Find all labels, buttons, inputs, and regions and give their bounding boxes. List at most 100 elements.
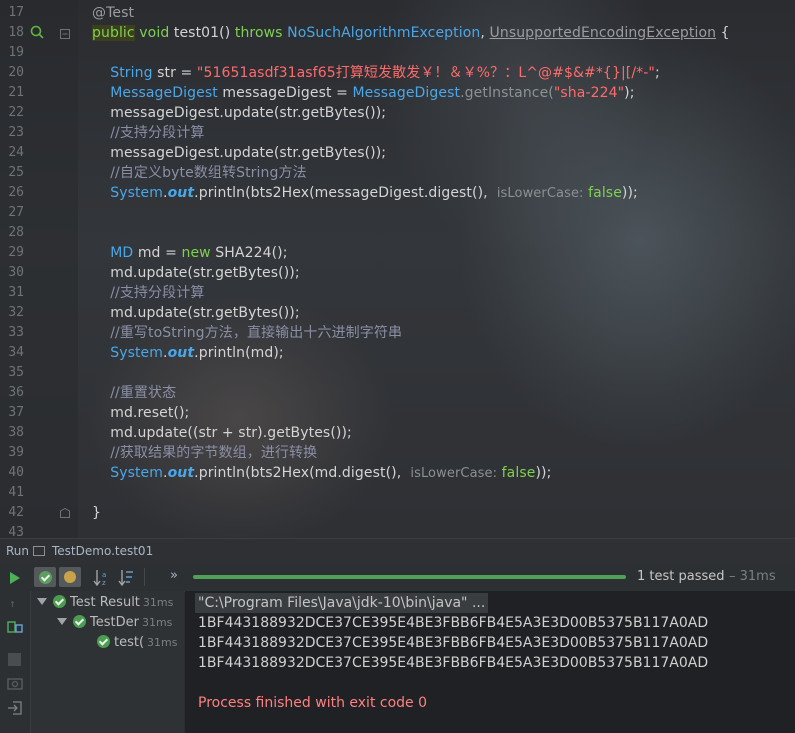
code-line[interactable]: 23 //支持分段计算 — [0, 123, 795, 143]
tree-item-duration: 31ms — [142, 596, 174, 609]
code-line[interactable]: 35 — [0, 363, 795, 383]
check-icon — [73, 615, 86, 628]
camera-icon[interactable] — [7, 676, 23, 690]
code-line[interactable]: 38 md.update((str + str).getBytes()); — [0, 423, 795, 443]
show-passed-button[interactable] — [34, 567, 56, 587]
code-token: md.reset(); — [92, 405, 190, 421]
code-text: System.out.println(md); — [92, 343, 284, 363]
code-token: System — [110, 345, 164, 361]
toolbar-divider — [144, 568, 145, 586]
code-text: md.update(str.getBytes()); — [92, 263, 300, 283]
code-text: //支持分段计算 — [92, 123, 204, 143]
console-command-line[interactable]: "C:\Program Files\Java\jdk-10\bin\java" … — [195, 593, 489, 613]
code-token: //获取结果的字节数组，进行转换 — [110, 445, 318, 461]
code-line[interactable]: 24 messageDigest.update(str.getBytes()); — [0, 143, 795, 163]
up-icon[interactable]: ↑ — [9, 597, 16, 610]
code-line[interactable]: 28 — [0, 223, 795, 243]
code-line[interactable]: 31 //支持分段计算 — [0, 283, 795, 303]
stop-icon[interactable] — [8, 653, 21, 666]
run-config-tab[interactable]: TestDemo.test01 — [52, 544, 153, 558]
code-line[interactable]: 27 — [0, 203, 795, 223]
code-line[interactable]: 25 //自定义byte数组转String方法 — [0, 163, 795, 183]
line-number: 28 — [8, 225, 24, 240]
code-token: out — [167, 345, 195, 361]
test-results-tree[interactable]: Test Result 31ms TestDer 31ms test(31ms — [31, 591, 184, 733]
run-panel-title[interactable]: Run — [6, 544, 29, 558]
code-line[interactable]: 30 md.update(str.getBytes()); — [0, 263, 795, 283]
line-number: 17 — [8, 5, 24, 20]
tree-item-test-result[interactable]: Test Result 31ms — [37, 593, 173, 613]
code-line[interactable]: 36 //重置状态 — [0, 383, 795, 403]
check-icon — [97, 635, 110, 648]
show-ignored-button[interactable] — [59, 567, 81, 587]
exit-icon[interactable] — [7, 701, 23, 715]
code-line[interactable]: 17 @Test — [0, 3, 795, 23]
code-token: MessageDigest — [110, 85, 218, 101]
code-line[interactable]: 34 System.out.println(md); — [0, 343, 795, 363]
code-token: .getInstance( — [460, 85, 554, 101]
code-token: //重置状态 — [110, 385, 177, 401]
expand-arrow-icon[interactable] — [37, 598, 47, 605]
code-line[interactable]: 43 — [0, 523, 795, 538]
code-text: MessageDigest messageDigest = MessageDig… — [92, 83, 635, 103]
run-panel-header: Run TestDemo.test01 — [0, 538, 795, 565]
code-line[interactable]: 18 public void test01() throws NoSuchAlgo… — [0, 23, 795, 43]
code-line[interactable]: 33 //重写toString方法，直接输出十六进制字符串 — [0, 323, 795, 343]
code-line[interactable]: 42} — [0, 503, 795, 523]
sort-duration-icon[interactable] — [118, 569, 134, 586]
code-line[interactable]: 40 System.out.println(bts2Hex(md.digest(… — [0, 463, 795, 483]
code-text: //自定义byte数组转String方法 — [92, 163, 307, 183]
code-token: throws — [234, 25, 283, 41]
code-text: @Test — [92, 3, 134, 23]
tree-item-test-class[interactable]: TestDer 31ms — [57, 613, 172, 633]
expand-arrow-icon[interactable] — [57, 618, 67, 625]
code-token: { — [716, 25, 730, 41]
rerun-icon[interactable] — [9, 571, 21, 585]
code-line[interactable]: 26 System.out.println(bts2Hex(messageDig… — [0, 183, 795, 203]
line-number: 25 — [8, 165, 24, 180]
code-line[interactable]: 37 md.reset(); — [0, 403, 795, 423]
code-token: false — [588, 185, 622, 201]
code-token: messageDigest.update(str.getBytes()); — [92, 105, 387, 121]
code-token: //重写toString方法，直接输出十六进制字符串 — [110, 325, 403, 341]
test-progress-bar — [193, 575, 626, 579]
code-line[interactable]: 22 messageDigest.update(str.getBytes()); — [0, 103, 795, 123]
test-status-duration: – 31ms — [729, 569, 776, 584]
code-token: md = — [133, 245, 182, 261]
line-number: 38 — [8, 425, 24, 440]
more-actions-button[interactable]: » — [170, 568, 178, 583]
code-line[interactable]: 19 — [0, 43, 795, 63]
code-token: .println(md); — [194, 345, 284, 361]
code-line[interactable]: 39 //获取结果的字节数组，进行转换 — [0, 443, 795, 463]
line-number: 21 — [8, 85, 24, 100]
code-token: UnsupportedEncodingException — [489, 25, 717, 41]
test-tree-icon[interactable] — [7, 619, 23, 635]
code-line[interactable]: 29 MD md = new SHA224(); — [0, 243, 795, 263]
test-config-icon — [33, 546, 45, 556]
line-number: 37 — [8, 405, 24, 420]
code-line[interactable]: 21 MessageDigest messageDigest = Message… — [0, 83, 795, 103]
code-token: isLowerCase: — [496, 186, 584, 201]
code-token: md.update((str + str).getBytes()); — [92, 425, 352, 441]
console-output-line: 1BF443188932DCE37CE395E4BE3FBB6FB4E5A3E3… — [198, 655, 709, 671]
tree-item-test-method[interactable]: test(31ms — [97, 633, 178, 653]
code-editor[interactable]: 17 @Test 18 public void test01() throws NoS… — [0, 0, 795, 538]
code-token: messageDigest.update(str.getBytes()); — [92, 145, 387, 161]
code-line[interactable]: 32 md.update(str.getBytes()); — [0, 303, 795, 323]
code-line[interactable]: 41 — [0, 483, 795, 503]
code-token: public — [92, 25, 135, 41]
tree-item-label: Test Result — [70, 595, 140, 610]
sort-alpha-icon[interactable]: az — [93, 569, 109, 586]
line-number: 32 — [8, 305, 24, 320]
console-output[interactable]: "C:\Program Files\Java\jdk-10\bin\java" … — [185, 591, 795, 733]
line-number: 40 — [8, 465, 24, 480]
line-number: 22 — [8, 105, 24, 120]
code-text: String str = "51651asdf31asf65打算短发散发￥！＆￥… — [92, 63, 660, 83]
run-toolbar: az » 1 test passed – 31ms — [0, 564, 795, 592]
code-line[interactable]: 20 String str = "51651asdf31asf65打算短发散发￥… — [0, 63, 795, 83]
tree-item-duration: 31ms — [147, 636, 178, 649]
